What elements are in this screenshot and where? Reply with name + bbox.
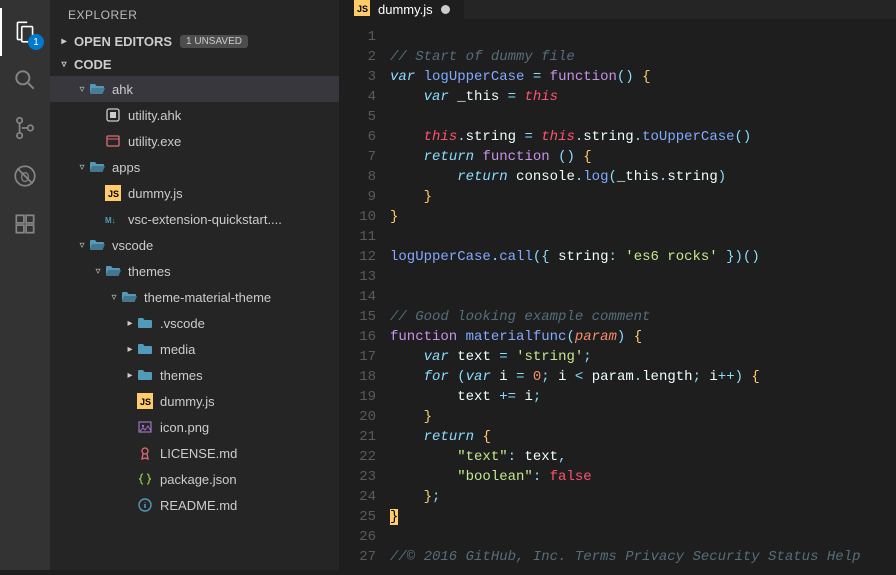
ahk-icon [104,106,122,124]
file-item[interactable]: JS dummy.js [50,180,339,206]
folder-item[interactable]: ▿ themes [50,258,339,284]
search-icon [12,67,38,93]
debug-activity[interactable] [0,152,50,200]
chevron-down-icon: ▿ [76,162,88,173]
file-item[interactable]: utility.ahk [50,102,339,128]
git-icon [12,115,38,141]
svg-text:JS: JS [140,397,151,407]
svg-text:JS: JS [108,189,119,199]
folder-item[interactable]: ▸ themes [50,362,339,388]
file-item[interactable]: M↓ vsc-extension-quickstart.... [50,206,339,232]
folder-item[interactable]: ▿ ahk [50,76,339,102]
editor-tab[interactable]: JS dummy.js [340,0,465,19]
explorer-badge: 1 [28,34,44,50]
code-content[interactable]: // Start of dummy filevar logUpperCase =… [390,19,860,575]
exe-icon [104,132,122,150]
folder-closed-icon [136,314,154,332]
no-bug-icon [12,163,38,189]
open-editors-section[interactable]: ▸ OPEN EDITORS 1 UNSAVED [50,30,339,53]
tree-item-label: themes [160,368,331,383]
open-editors-label: OPEN EDITORS [74,34,172,49]
chevron-right-icon: ▸ [124,344,136,355]
tree-item-label: vsc-extension-quickstart.... [128,212,331,227]
file-item[interactable]: JS dummy.js [50,388,339,414]
tree-item-label: dummy.js [128,186,331,201]
chevron-right-icon: ▸ [58,36,70,47]
search-activity[interactable] [0,56,50,104]
svg-text:M↓: M↓ [105,216,116,225]
file-item[interactable]: icon.png [50,414,339,440]
file-item[interactable]: package.json [50,466,339,492]
folder-closed-icon [136,340,154,358]
chevron-down-icon: ▿ [108,292,120,303]
tree-item-label: utility.exe [128,134,331,149]
tree-item-label: icon.png [160,420,331,435]
editor-area: JS dummy.js 1234567891011121314151617181… [340,0,896,570]
chevron-down-icon: ▿ [92,266,104,277]
folder-item[interactable]: ▸ media [50,336,339,362]
workspace-section[interactable]: ▿ CODE [50,53,339,76]
folder-closed-icon [136,366,154,384]
chevron-right-icon: ▸ [124,318,136,329]
js-icon: JS [136,392,154,410]
folder-open-icon [120,288,138,306]
dirty-indicator-icon [441,5,450,14]
tree-item-label: apps [112,160,331,175]
chevron-down-icon: ▿ [76,240,88,251]
explorer-sidebar: EXPLORER ▸ OPEN EDITORS 1 UNSAVED ▿ CODE… [50,0,340,570]
app-root: 1 EXPLORER ▸ OPEN EDITORS 1 UNSAVED ▿ CO… [0,0,896,570]
tree-item-label: media [160,342,331,357]
tree-item-label: LICENSE.md [160,446,331,461]
md2-icon: M↓ [104,210,122,228]
tree-item-label: vscode [112,238,331,253]
folder-item[interactable]: ▿ apps [50,154,339,180]
folder-open-icon [104,262,122,280]
extensions-icon [12,211,38,237]
activity-bar: 1 [0,0,50,570]
tree-item-label: theme-material-theme [144,290,331,305]
chevron-down-icon: ▿ [58,59,70,70]
tree-item-label: themes [128,264,331,279]
js-icon: JS [354,0,370,19]
js-icon: JS [104,184,122,202]
tree-item-label: README.md [160,498,331,513]
folder-open-icon [88,158,106,176]
tree-item-label: package.json [160,472,331,487]
file-tree: ▿ ahk utility.ahk utility.exe ▿ apps JS dummy.j… [50,76,339,518]
chevron-down-icon: ▿ [76,84,88,95]
file-item[interactable]: README.md [50,492,339,518]
info-icon [136,496,154,514]
chevron-right-icon: ▸ [124,370,136,381]
scm-activity[interactable] [0,104,50,152]
explorer-activity[interactable]: 1 [0,8,50,56]
editor-body[interactable]: 1234567891011121314151617181920212223242… [340,19,896,575]
tab-bar: JS dummy.js [340,0,896,19]
line-gutter: 1234567891011121314151617181920212223242… [340,19,390,575]
folder-open-icon [88,236,106,254]
sidebar-title: EXPLORER [50,0,339,30]
workspace-label: CODE [74,57,112,72]
tree-item-label: .vscode [160,316,331,331]
folder-item[interactable]: ▿ theme-material-theme [50,284,339,310]
extensions-activity[interactable] [0,200,50,248]
json-icon [136,470,154,488]
unsaved-badge: 1 UNSAVED [180,35,248,48]
tree-item-label: ahk [112,82,331,97]
tab-label: dummy.js [378,2,433,17]
license-icon [136,444,154,462]
img-icon [136,418,154,436]
folder-open-icon [88,80,106,98]
tree-item-label: dummy.js [160,394,331,409]
file-item[interactable]: utility.exe [50,128,339,154]
folder-item[interactable]: ▿ vscode [50,232,339,258]
file-item[interactable]: LICENSE.md [50,440,339,466]
tree-item-label: utility.ahk [128,108,331,123]
folder-item[interactable]: ▸ .vscode [50,310,339,336]
svg-text:JS: JS [357,4,368,14]
